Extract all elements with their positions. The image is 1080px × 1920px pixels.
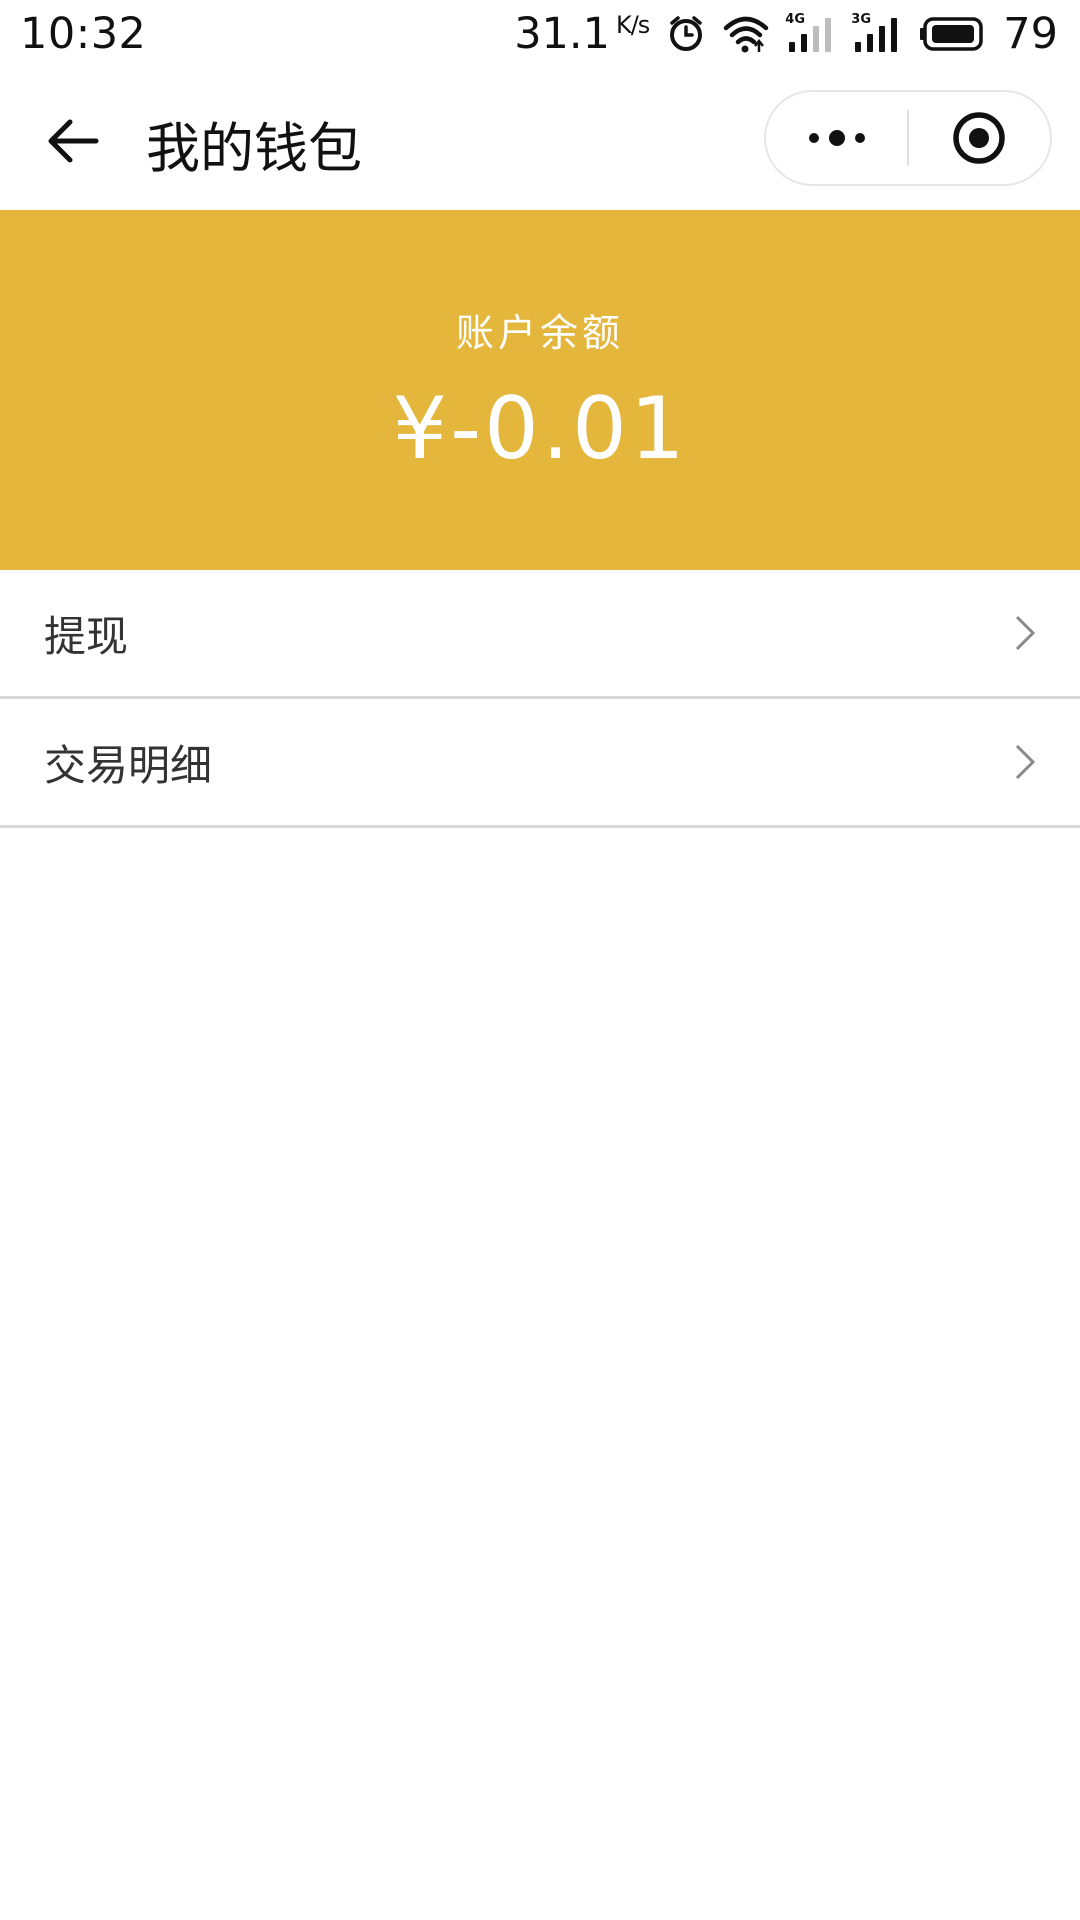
- more-button[interactable]: [766, 92, 907, 184]
- menu-item-withdraw[interactable]: 提现: [0, 570, 1080, 699]
- signal-icon-3g: 3G: [851, 12, 901, 54]
- menu-item-label: 交易明细: [44, 740, 213, 790]
- status-time: 10:32: [20, 9, 147, 59]
- target-close-icon: [953, 112, 1006, 164]
- signal-icon-4g: 4G: [785, 12, 835, 54]
- back-button[interactable]: [40, 108, 106, 174]
- back-arrow-icon: [48, 119, 99, 163]
- close-mini-program-button[interactable]: [909, 92, 1050, 184]
- balance-banner: 账户余额 ¥-0.01: [0, 210, 1080, 570]
- more-dots-icon: [808, 130, 865, 146]
- wifi-icon: [723, 14, 769, 54]
- status-bar: 10:32 31.1 K/s 4G 3G 79: [0, 0, 1080, 68]
- battery-percent: 79: [1003, 9, 1058, 59]
- menu-item-label: 提现: [44, 611, 129, 661]
- chevron-right-icon: [1010, 742, 1040, 782]
- alarm-icon: [667, 15, 705, 53]
- network-speed: 31.1 K/s: [514, 9, 650, 59]
- page-title: 我的钱包: [146, 117, 362, 180]
- network-speed-unit: K/s: [615, 11, 650, 39]
- signal-tag-3g: 3G: [851, 12, 871, 27]
- balance-label: 账户余额: [455, 311, 624, 355]
- wallet-menu: 提现 交易明细: [0, 570, 1080, 828]
- signal-tag-4g: 4G: [785, 12, 805, 27]
- balance-amount: ¥-0.01: [392, 379, 688, 479]
- nav-bar: 我的钱包: [0, 68, 1080, 210]
- mini-program-capsule: [764, 90, 1052, 186]
- network-speed-value: 31.1: [514, 9, 610, 59]
- menu-item-transactions[interactable]: 交易明细: [0, 699, 1080, 828]
- chevron-right-icon: [1010, 613, 1040, 653]
- battery-icon: [919, 16, 985, 52]
- status-indicators: 31.1 K/s 4G 3G 79: [514, 9, 1058, 59]
